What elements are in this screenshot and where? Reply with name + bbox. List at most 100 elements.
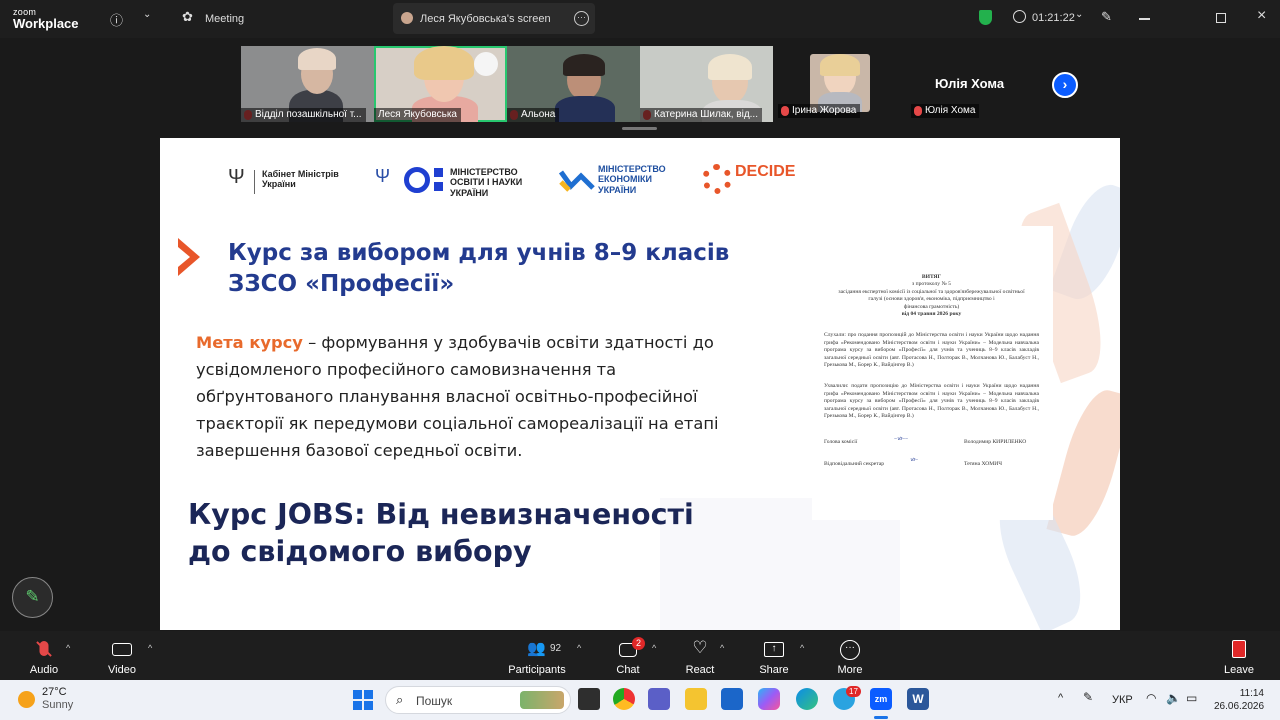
zoom-app-icon[interactable]: zm xyxy=(870,688,892,710)
file-explorer-icon[interactable] xyxy=(685,688,707,710)
pen-tray-icon[interactable]: ✎ xyxy=(1083,690,1093,704)
windows-start-icon[interactable] xyxy=(353,690,373,710)
jobs-heading-line1: Курс JOBS: Від невизначеності xyxy=(188,498,694,531)
slide-heading-line2: ЗЗСО «Професії» xyxy=(228,271,455,297)
goal-accent: Мета курсу xyxy=(196,333,303,352)
decide-logo-icon xyxy=(702,164,732,194)
annotation-pencil-button[interactable]: ✎ xyxy=(12,577,53,618)
weather-temp[interactable]: 27°C xyxy=(42,686,73,699)
audio-button[interactable]: Audio xyxy=(22,631,66,680)
muted-mic-icon xyxy=(781,106,789,116)
goal-line: завершення базової середньої освіти. xyxy=(196,441,523,460)
minimize-icon[interactable] xyxy=(1139,18,1150,20)
edge-icon[interactable] xyxy=(796,688,818,710)
heart-icon: ♡ xyxy=(692,638,708,657)
goal-line: обґрунтованого планування власної освітн… xyxy=(196,387,698,406)
goal-line: – формування у здобувачів освіти здатнос… xyxy=(302,333,714,352)
doc-head-role: Голова комісії xyxy=(824,438,858,445)
participant-tile[interactable]: Альона xyxy=(507,46,640,122)
doc-line: фінансова грамотність) xyxy=(903,303,960,310)
share-button[interactable]: ↑ Share xyxy=(752,631,796,680)
participants-button[interactable]: 👥 92 Participants xyxy=(505,631,569,680)
screen-share-label: Леся Якубовська's screen xyxy=(420,13,551,25)
info-icon[interactable]: ⓘ xyxy=(110,10,123,29)
participant-name: Альона xyxy=(507,108,560,122)
more-button[interactable]: ··· More xyxy=(828,631,872,680)
meeting-label[interactable]: Meeting xyxy=(205,13,244,25)
volume-icon[interactable]: 🔈 xyxy=(1166,691,1181,705)
trident-blue-icon: Ψ xyxy=(375,166,391,186)
econ-logo-line: УКРАЇНИ xyxy=(598,184,637,195)
weather-sun-icon[interactable] xyxy=(18,691,35,708)
doc-secretary-name: Тетяна ХОМИЧ xyxy=(964,460,1002,467)
close-icon[interactable]: × xyxy=(1257,7,1266,25)
participants-label: Participants xyxy=(508,664,566,676)
chrome-icon[interactable] xyxy=(613,688,635,710)
share-caret-icon[interactable]: ^ xyxy=(800,643,804,653)
trident-icon: Ψ xyxy=(228,166,245,188)
battery-icon[interactable]: ▭ xyxy=(1186,691,1197,705)
wifi-icon[interactable]: ◠ xyxy=(1146,691,1156,705)
clock-tray[interactable]: 11:14 26.06.2026 xyxy=(1214,687,1264,713)
mon-logo-square xyxy=(434,182,443,191)
taskbar-search-box[interactable]: ⌕ Пошук xyxy=(385,686,571,714)
weather-condition[interactable]: Sunny xyxy=(42,699,73,712)
mon-logo-square xyxy=(434,168,443,177)
more-label: More xyxy=(837,664,863,676)
participant-tile[interactable]: Відділ позашкільної т... xyxy=(241,46,374,122)
audio-caret-icon[interactable]: ^ xyxy=(66,643,70,653)
search-placeholder: Пошук xyxy=(416,694,453,708)
shared-screen-slide: Ψ Кабінет Міністрів України Ψ МІНІСТЕРСТ… xyxy=(160,138,1120,630)
video-caret-icon[interactable]: ^ xyxy=(148,643,152,653)
goal-line: усвідомленого професійного самовизначенн… xyxy=(196,360,617,379)
active-app-indicator xyxy=(874,716,888,719)
clock-time: 11:14 xyxy=(1239,688,1264,699)
chevron-down-icon[interactable]: ⌄ xyxy=(143,9,151,20)
participants-caret-icon[interactable]: ^ xyxy=(577,643,581,653)
strip-drag-handle[interactable] xyxy=(622,127,657,130)
zoom-workplace-logo: zoom Workplace xyxy=(13,8,79,31)
search-highlight-image xyxy=(520,691,564,709)
word-icon[interactable]: W xyxy=(907,688,929,710)
store-icon[interactable] xyxy=(721,688,743,710)
mon-logo-line: МІНІСТЕРСТВО xyxy=(450,167,518,177)
shield-icon[interactable] xyxy=(979,10,992,25)
react-label: React xyxy=(685,664,715,676)
signature-icon: ꟃ~ xyxy=(910,456,919,463)
annotate-icon[interactable]: ✎ xyxy=(1101,9,1112,25)
jobs-heading-line2: до свідомого вибору xyxy=(188,535,532,568)
doc-heard: Слухали: про подання пропозицій до Мініс… xyxy=(824,332,1039,369)
featured-participant-name: Юлія Хома xyxy=(935,76,1005,91)
timer-chevron-icon[interactable]: ⌄ xyxy=(1075,9,1083,20)
brand-bottom: Workplace xyxy=(13,16,79,31)
chat-button[interactable]: 2 Chat xyxy=(606,631,650,680)
react-caret-icon[interactable]: ^ xyxy=(720,643,724,653)
next-page-arrow-icon[interactable]: › xyxy=(1052,72,1078,98)
ministry-economy-logo-icon xyxy=(559,170,595,192)
chat-caret-icon[interactable]: ^ xyxy=(652,643,656,653)
heading-arrow-cut xyxy=(178,247,190,267)
video-button[interactable]: Video xyxy=(100,631,144,680)
doc-date: від 04 травня 2026 року xyxy=(901,311,962,318)
react-button[interactable]: ♡ React xyxy=(678,631,722,680)
participants-icon: 👥 xyxy=(527,640,546,657)
participant-name: Катерина Шилак, від... xyxy=(640,108,762,122)
leave-door-icon xyxy=(1232,640,1246,658)
doc-line: галузі (основи здоров'я, економіка, підп… xyxy=(868,296,995,303)
decide-logo-text: DECIDE xyxy=(735,163,796,180)
participant-tile[interactable]: Катерина Шилак, від... xyxy=(640,46,773,122)
share-screen-icon: ↑ xyxy=(764,642,784,657)
more-options-icon[interactable]: ··· xyxy=(574,11,589,26)
task-view-icon[interactable] xyxy=(578,688,600,710)
meeting-toolbar: Audio ^ Video ^ 👥 92 Participants ^ 2 Ch… xyxy=(0,631,1280,680)
chat-unread-badge: 2 xyxy=(632,637,645,650)
audio-label: Audio xyxy=(29,664,59,676)
restore-icon[interactable] xyxy=(1216,13,1226,23)
copilot-icon[interactable] xyxy=(758,688,780,710)
teams-icon[interactable] xyxy=(648,688,670,710)
show-hidden-icons[interactable]: ^ xyxy=(1058,692,1063,704)
participant-tile-active-speaker[interactable]: Леся Якубовська xyxy=(374,46,507,122)
mon-logo-line: ОСВІТИ І НАУКИ xyxy=(450,177,523,188)
keyboard-language[interactable]: УКР xyxy=(1112,694,1133,706)
leave-button[interactable]: Leave xyxy=(1217,631,1261,680)
